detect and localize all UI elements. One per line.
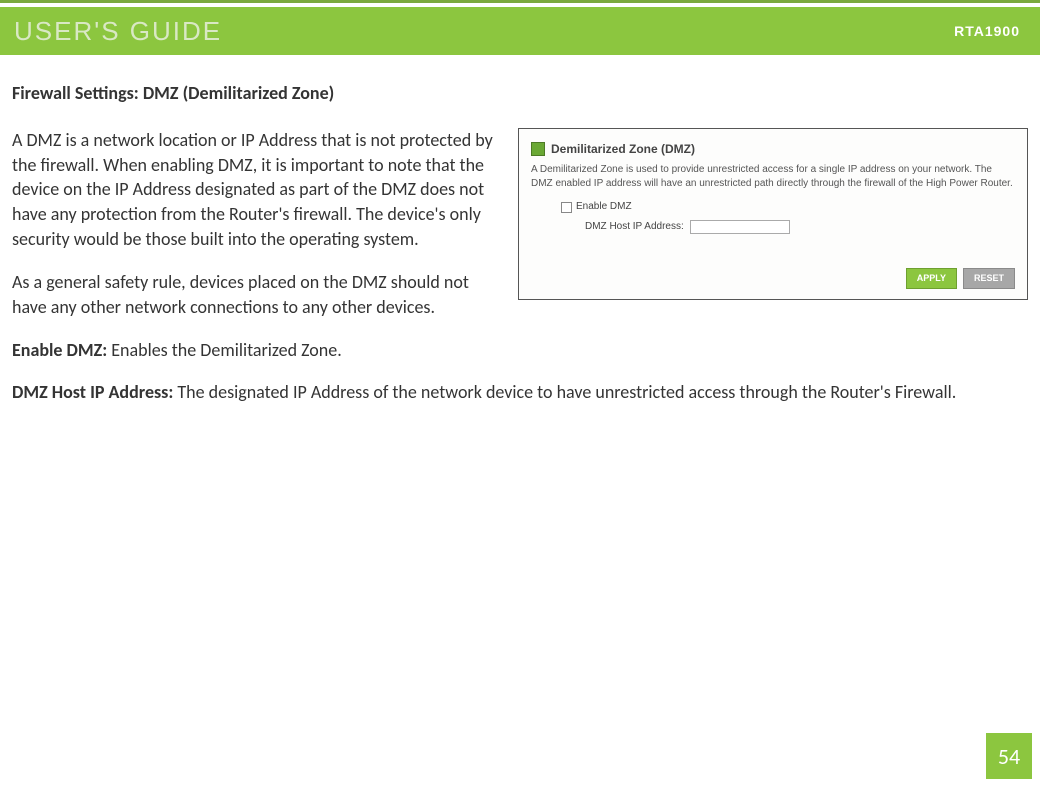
section-heading: Firewall Settings: DMZ (Demilitarized Zo… (12, 81, 1028, 106)
enable-dmz-definition: Enables the Demilitarized Zone. (107, 339, 342, 361)
panel-description: A Demilitarized Zone is used to provide … (531, 163, 1015, 190)
page-content: Firewall Settings: DMZ (Demilitarized Zo… (0, 55, 1040, 423)
page-number: 54 (986, 733, 1032, 779)
enable-dmz-label: Enable DMZ (576, 200, 632, 214)
enable-dmz-term: Enable DMZ: (12, 339, 107, 361)
header-bar: USER'S GUIDE RTA1900 (0, 7, 1040, 55)
definition-enable-dmz: Enable DMZ: Enables the Demilitarized Zo… (12, 338, 1028, 363)
header-top-border (0, 0, 1040, 3)
apply-button[interactable]: APPLY (906, 268, 957, 288)
reset-button[interactable]: RESET (963, 268, 1015, 288)
panel-form: Enable DMZ DMZ Host IP Address: (561, 200, 1015, 234)
dmz-settings-panel-screenshot: Demilitarized Zone (DMZ) A Demilitarized… (518, 128, 1028, 300)
panel-title: Demilitarized Zone (DMZ) (551, 141, 695, 158)
dmz-host-ip-input[interactable] (690, 220, 790, 234)
dmz-host-definition: The designated IP Address of the network… (173, 381, 956, 403)
dmz-host-term: DMZ Host IP Address: (12, 381, 173, 403)
model-number: RTA1900 (954, 23, 1020, 39)
dmz-host-ip-label: DMZ Host IP Address: (585, 220, 684, 234)
panel-title-icon (531, 142, 545, 156)
guide-title: USER'S GUIDE (14, 16, 222, 47)
definition-dmz-host-ip: DMZ Host IP Address: The designated IP A… (12, 380, 1028, 405)
enable-dmz-checkbox[interactable] (561, 202, 572, 213)
